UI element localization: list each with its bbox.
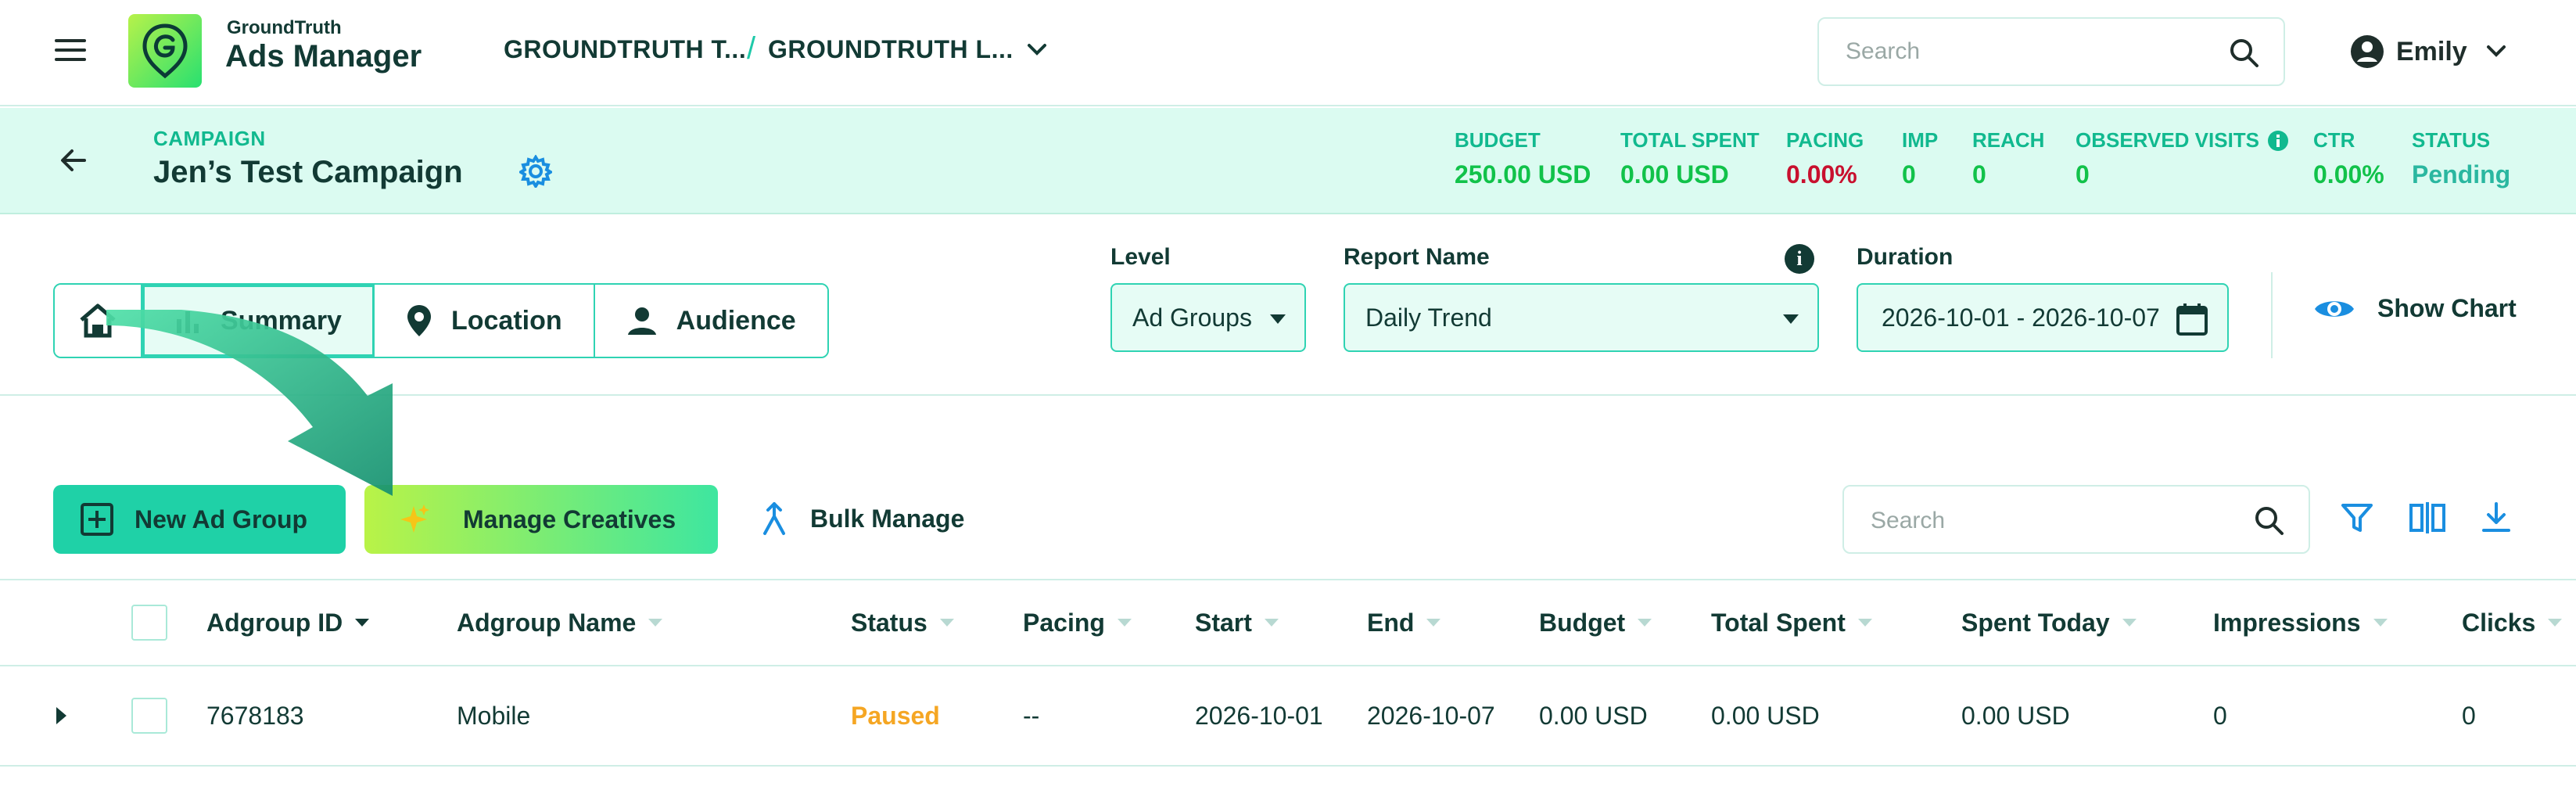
download-icon[interactable] — [2479, 501, 2513, 535]
column-header-spent-today[interactable]: Spent Today — [1961, 580, 2137, 665]
global-search-input[interactable] — [1846, 34, 2205, 69]
expand-row-icon[interactable] — [56, 707, 66, 724]
info-icon[interactable]: i — [1785, 244, 1814, 274]
tab-audience[interactable]: Audience — [594, 285, 827, 357]
sort-icon — [939, 619, 954, 627]
sort-icon — [1857, 619, 1872, 627]
cell-end: 2026-10-07 — [1367, 701, 1495, 730]
columns-icon[interactable] — [2409, 501, 2446, 535]
cell-spent-today: 0.00 USD — [1961, 701, 2070, 730]
sort-icon — [2548, 619, 2563, 627]
metric-ctr: CTR 0.00% — [2313, 128, 2384, 189]
metric-reach: REACH 0 — [1972, 128, 2045, 189]
search-icon[interactable] — [2227, 36, 2262, 70]
column-header-end[interactable]: End — [1367, 580, 1441, 665]
cell-total-spent: 0.00 USD — [1711, 701, 1820, 730]
column-header-total-spent[interactable]: Total Spent — [1711, 580, 1872, 665]
person-icon — [627, 307, 656, 335]
brand-name-small: GroundTruth — [227, 17, 342, 38]
chevron-down-icon[interactable] — [1024, 41, 1049, 59]
column-header-start[interactable]: Start — [1195, 580, 1279, 665]
divider — [2271, 272, 2273, 358]
sort-icon — [1638, 619, 1652, 627]
sort-icon — [1426, 619, 1441, 627]
column-header-impressions[interactable]: Impressions — [2213, 580, 2388, 665]
cell-impressions: 0 — [2213, 701, 2227, 730]
duration-label: Duration — [1857, 244, 1954, 270]
sort-icon — [1264, 619, 1279, 627]
sort-icon — [648, 619, 663, 627]
table-header: Adgroup ID Adgroup Name Status Pacing St… — [0, 579, 2576, 666]
level-select[interactable]: Ad Groups — [1110, 283, 1306, 352]
metric-total-spent: TOTAL SPENT 0.00 USD — [1620, 128, 1760, 189]
campaign-header: CAMPAIGN Jen’s Test Campaign BUDGET 250.… — [0, 108, 2576, 214]
chevron-down-icon[interactable] — [2485, 43, 2508, 60]
table-search[interactable] — [1842, 485, 2310, 554]
breadcrumb-account[interactable]: GROUNDTRUTH L... — [768, 35, 1014, 64]
tab-location[interactable]: Location — [374, 285, 595, 357]
info-icon[interactable] — [2267, 130, 2289, 152]
search-icon[interactable] — [2252, 504, 2287, 538]
cell-status: Paused — [851, 701, 940, 730]
sort-icon — [1117, 619, 1132, 627]
cell-budget: 0.00 USD — [1539, 701, 1648, 730]
cell-adgroup-id: 7678183 — [206, 701, 304, 730]
caret-down-icon — [1270, 314, 1286, 324]
metric-imp: IMP 0 — [1902, 128, 1939, 189]
column-header-clicks[interactable]: Clicks — [2462, 580, 2563, 665]
campaign-name: Jen’s Test Campaign — [153, 155, 463, 189]
cell-clicks: 0 — [2462, 701, 2476, 730]
cell-adgroup-name[interactable]: Mobile — [457, 666, 530, 765]
metric-observed-visits: OBSERVED VISITS 0 — [2076, 128, 2289, 189]
back-arrow-icon[interactable] — [56, 143, 91, 178]
groundtruth-logo-icon[interactable] — [128, 14, 202, 88]
metric-budget: BUDGET 250.00 USD — [1455, 128, 1591, 189]
show-chart-button[interactable]: Show Chart — [2313, 294, 2517, 323]
row-checkbox[interactable] — [131, 698, 167, 734]
level-label: Level — [1110, 244, 1171, 270]
report-name-select[interactable]: Daily Trend — [1344, 283, 1819, 352]
column-header-budget[interactable]: Budget — [1539, 580, 1652, 665]
table-row[interactable]: 7678183 Mobile Paused -- 2026-10-01 2026… — [0, 666, 2576, 767]
manage-creatives-button[interactable]: Manage Creatives — [364, 485, 718, 554]
location-pin-icon — [407, 305, 431, 336]
user-menu[interactable]: Emily — [2349, 28, 2508, 75]
user-name: Emily — [2396, 36, 2467, 66]
select-all-checkbox[interactable] — [131, 605, 167, 641]
metric-status: STATUS Pending — [2412, 128, 2511, 189]
column-header-adgroup-name[interactable]: Adgroup Name — [457, 580, 663, 665]
campaign-label: CAMPAIGN — [153, 127, 266, 150]
brand-name: Ads Manager — [225, 39, 422, 74]
global-search[interactable] — [1817, 17, 2285, 86]
column-header-adgroup-id[interactable]: Adgroup ID — [206, 580, 370, 665]
sort-icon — [2373, 619, 2388, 627]
table-search-input[interactable] — [1871, 504, 2230, 538]
cell-start: 2026-10-01 — [1195, 701, 1323, 730]
sort-icon — [355, 619, 370, 627]
column-header-status[interactable]: Status — [851, 580, 954, 665]
gear-icon[interactable] — [519, 155, 552, 188]
breadcrumb-separator: / — [747, 31, 756, 66]
cell-pacing: -- — [1023, 701, 1040, 730]
caret-down-icon — [1783, 314, 1799, 324]
calendar-icon[interactable] — [2176, 302, 2208, 336]
pointer-arrow-icon — [106, 310, 393, 496]
eye-icon — [2315, 300, 2354, 317]
merge-icon — [763, 502, 785, 535]
report-name-label: Report Name — [1344, 244, 1490, 270]
column-header-pacing[interactable]: Pacing — [1023, 580, 1132, 665]
hamburger-menu-icon[interactable] — [55, 39, 86, 64]
breadcrumb-org[interactable]: GROUNDTRUTH T... — [504, 35, 746, 64]
filter-icon[interactable] — [2340, 501, 2374, 535]
sort-icon — [2122, 619, 2137, 627]
top-bar: GroundTruth Ads Manager GROUNDTRUTH T...… — [0, 0, 2576, 106]
duration-picker[interactable]: 2026-10-01 - 2026-10-07 — [1857, 283, 2229, 352]
bulk-manage-button[interactable]: Bulk Manage — [759, 501, 964, 537]
metric-pacing: PACING 0.00% — [1786, 128, 1864, 189]
user-avatar-icon — [2351, 35, 2384, 68]
